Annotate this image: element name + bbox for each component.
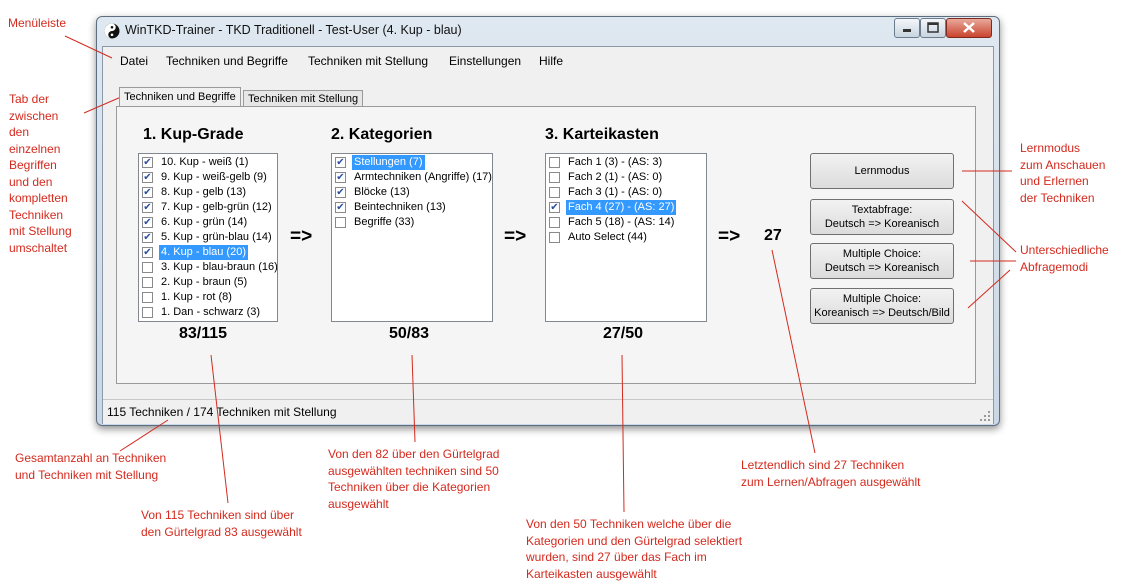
lernmodus-button[interactable]: Lernmodus <box>810 153 954 189</box>
list-item-label: Auto Select (44) <box>568 231 647 243</box>
list-item-label: 10. Kup - weiß (1) <box>161 156 249 168</box>
checkbox[interactable] <box>142 262 153 273</box>
maximize-button[interactable] <box>920 18 946 38</box>
window-title: WinTKD-Trainer - TKD Traditionell - Test… <box>125 23 462 37</box>
annotation-menuleiste: Menüleiste <box>8 16 67 30</box>
list-item-label: Blöcke (13) <box>354 186 410 198</box>
checkbox[interactable]: ✔ <box>549 202 560 213</box>
tab-panel: 1. Kup-Grade 2. Kategorien 3. Karteikast… <box>116 106 976 384</box>
checkbox[interactable]: ✔ <box>335 157 346 168</box>
mc1-label-1: Multiple Choice: <box>842 248 922 260</box>
list-item-label: Armtechniken (Angriffe) (17) <box>354 171 492 183</box>
list-item-label: Fach 5 (18) - (AS: 14) <box>568 216 675 228</box>
multiple-choice-de-ko-button[interactable]: Multiple Choice: Deutsch => Koreanisch <box>810 243 954 279</box>
textabfrage-button[interactable]: Textabfrage: Deutsch => Koreanisch <box>810 199 954 235</box>
list-item-label: 4. Kup - blau (20) <box>159 245 248 260</box>
annotation-letztendlich: Letztendlich sind 27 Techniken zum Lerne… <box>741 458 921 489</box>
app-window: WinTKD-Trainer - TKD Traditionell - Test… <box>96 16 1000 426</box>
checkbox[interactable] <box>549 157 560 168</box>
checkbox[interactable] <box>142 277 153 288</box>
checkbox[interactable] <box>549 217 560 228</box>
close-button[interactable] <box>946 18 992 38</box>
list-item-label: Begriffe (33) <box>354 216 415 228</box>
menu-techniken-und-begriffe[interactable]: Techniken und Begriffe <box>166 54 288 68</box>
checkbox[interactable] <box>142 307 153 318</box>
listbox-kup-grade[interactable]: ✔ 10. Kup - weiß (1) ✔ 9. Kup - weiß-gelb (… <box>138 153 278 322</box>
status-text: 115 Techniken / 174 Techniken mit Stellu… <box>107 405 337 419</box>
count-kategorien: 50/83 <box>389 325 430 342</box>
minimize-icon <box>903 29 911 32</box>
mc2-label-2: Koreanisch => Deutsch/Bild <box>814 307 950 319</box>
checkbox[interactable] <box>549 187 560 198</box>
list-item-label: Fach 2 (1) - (AS: 0) <box>568 171 663 183</box>
checkbox[interactable]: ✔ <box>142 187 153 198</box>
heading-karteikasten: 3. Karteikasten <box>545 126 659 143</box>
annotation-lernmodus: Lernmodus zum Anschauen und Erlernen der… <box>1020 141 1106 205</box>
textabfrage-label-2: Deutsch => Koreanisch <box>824 218 940 230</box>
count-karteikasten: 27/50 <box>603 325 644 342</box>
checkbox[interactable] <box>335 217 346 228</box>
list-item-label: 6. Kup - grün (14) <box>161 216 248 228</box>
checkbox[interactable]: ✔ <box>142 232 153 243</box>
list-item-label: 5. Kup - grün-blau (14) <box>161 231 272 243</box>
tab-techniken-mit-stellung[interactable]: Techniken mit Stellung <box>243 90 364 107</box>
listbox-kategorien[interactable]: ✔ Stellungen (7) ✔ Armtechniken (Angriffe) … <box>331 153 493 322</box>
heading-kup-grade: 1. Kup-Grade <box>143 126 244 143</box>
app-icon <box>104 23 120 39</box>
annotation-kartei: Von den 50 Techniken welche über die Kat… <box>526 517 743 581</box>
client-area: Datei Techniken und Begriffe Techniken m… <box>102 46 994 424</box>
list-item-label: Fach 1 (3) - (AS: 3) <box>568 156 663 168</box>
close-icon <box>963 22 975 33</box>
annotation-tab: Tab der zwischen den einzelnen Begriffen… <box>9 92 72 255</box>
checkbox[interactable] <box>549 172 560 183</box>
status-bar: 115 Techniken / 174 Techniken mit Stellu… <box>103 399 993 424</box>
annotation-abfragemodi: Unterschiedliche Abfragemodi <box>1020 243 1109 274</box>
list-item-label: Stellungen (7) <box>352 155 425 170</box>
annotation-kup: Von 115 Techniken sind über den Gürtelgr… <box>141 508 302 539</box>
checkbox[interactable] <box>142 292 153 303</box>
mc2-label-1: Multiple Choice: <box>842 293 922 305</box>
resize-grip-icon[interactable] <box>980 411 990 421</box>
list-item-label: 1. Kup - rot (8) <box>161 291 232 303</box>
checkbox[interactable]: ✔ <box>335 172 346 183</box>
flow-arrow-3: => <box>718 226 741 247</box>
checkbox[interactable] <box>549 232 560 243</box>
list-item-label: 3. Kup - blau-braun (16) <box>161 261 278 273</box>
list-item-label: Beintechniken (13) <box>354 201 446 213</box>
flow-arrow-2: => <box>504 226 527 247</box>
annotation-kategorien: Von den 82 über den Gürtelgrad ausgewähl… <box>328 447 500 511</box>
textabfrage-label-1: Textabfrage: <box>851 204 913 216</box>
list-item-label: 9. Kup - weiß-gelb (9) <box>161 171 267 183</box>
multiple-choice-ko-de-button[interactable]: Multiple Choice: Koreanisch => Deutsch/B… <box>810 288 954 324</box>
checkbox[interactable]: ✔ <box>335 202 346 213</box>
menu-hilfe[interactable]: Hilfe <box>539 54 563 68</box>
list-item-label: 7. Kup - gelb-grün (12) <box>161 201 272 213</box>
list-item-label: 2. Kup - braun (5) <box>161 276 248 288</box>
lernmodus-label: Lernmodus <box>854 165 910 177</box>
menu-einstellungen[interactable]: Einstellungen <box>449 54 521 68</box>
minimize-button[interactable] <box>894 18 920 38</box>
list-item-label: Fach 3 (1) - (AS: 0) <box>568 186 663 198</box>
checkbox[interactable]: ✔ <box>142 247 153 258</box>
flow-arrow-1: => <box>290 226 313 247</box>
annotation-gesamt: Gesamtanzahl an Techniken und Techniken … <box>15 451 167 482</box>
list-item-label: 8. Kup - gelb (13) <box>161 186 246 198</box>
count-kup-grade: 83/115 <box>179 325 228 342</box>
menu-datei[interactable]: Datei <box>120 54 148 68</box>
checkbox[interactable]: ✔ <box>142 217 153 228</box>
mc1-label-2: Deutsch => Koreanisch <box>824 262 940 274</box>
result-count: 27 <box>764 227 782 244</box>
menu-bar: Datei Techniken und Begriffe Techniken m… <box>103 47 993 73</box>
listbox-karteikasten[interactable]: Fach 1 (3) - (AS: 3) Fach 2 (1) - (AS: 0)… <box>545 153 707 322</box>
list-item-label: 1. Dan - schwarz (3) <box>161 306 261 318</box>
checkbox[interactable]: ✔ <box>142 202 153 213</box>
menu-techniken-mit-stellung[interactable]: Techniken mit Stellung <box>308 54 428 68</box>
maximize-icon <box>927 22 939 33</box>
checkbox[interactable]: ✔ <box>335 187 346 198</box>
checkbox[interactable]: ✔ <box>142 172 153 183</box>
heading-kategorien: 2. Kategorien <box>331 126 433 143</box>
tab-techniken-und-begriffe[interactable]: Techniken und Begriffe <box>119 87 241 106</box>
checkbox[interactable]: ✔ <box>142 157 153 168</box>
list-item-label: Fach 4 (27) - (AS: 27) <box>566 200 677 215</box>
